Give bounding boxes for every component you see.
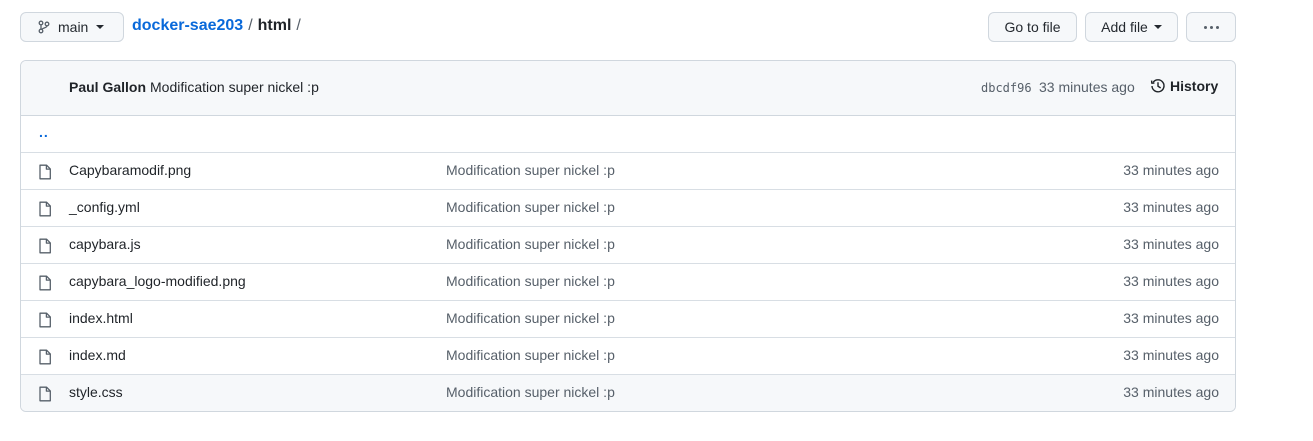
file-row[interactable]: capybara_logo-modified.png Modification …: [21, 263, 1235, 300]
file-icon: [39, 312, 51, 328]
file-row[interactable]: capybara.js Modification super nickel :p…: [21, 226, 1235, 263]
commit-time: 33 minutes ago: [1039, 79, 1135, 95]
file-list-box: Paul Gallon Modification super nickel :p…: [20, 60, 1236, 412]
file-row[interactable]: Capybaramodif.png Modification super nic…: [21, 152, 1235, 189]
latest-commit-bar: Paul Gallon Modification super nickel :p…: [21, 61, 1235, 116]
breadcrumb: docker-sae203 / html /: [132, 17, 306, 35]
file-row[interactable]: _config.yml Modification super nickel :p…: [21, 189, 1235, 226]
git-branch-icon: [38, 20, 50, 34]
breadcrumb-repo-link[interactable]: docker-sae203: [132, 17, 243, 35]
file-name-link[interactable]: capybara.js: [69, 236, 141, 252]
file-navigation-bar: main docker-sae203 / html / Go to file A…: [20, 12, 1236, 44]
more-options-button[interactable]: [1186, 12, 1236, 42]
parent-directory-row: ..: [21, 116, 1235, 152]
history-icon: [1150, 79, 1165, 93]
parent-directory-link[interactable]: ..: [39, 124, 49, 140]
file-rows: Capybaramodif.png Modification super nic…: [21, 152, 1235, 411]
file-commit-time: 33 minutes ago: [1123, 347, 1219, 363]
caret-down-icon: [96, 25, 105, 29]
file-commit-time: 33 minutes ago: [1123, 273, 1219, 289]
branch-name: main: [58, 19, 89, 35]
file-row[interactable]: style.css Modification super nickel :p 3…: [21, 374, 1235, 411]
file-row[interactable]: index.html Modification super nickel :p …: [21, 300, 1235, 337]
branch-select-button[interactable]: main: [20, 12, 124, 42]
file-commit-message-link[interactable]: Modification super nickel :p: [446, 273, 615, 289]
file-commit-message-link[interactable]: Modification super nickel :p: [446, 347, 615, 363]
file-commit-message-link[interactable]: Modification super nickel :p: [446, 310, 615, 326]
file-icon: [39, 349, 51, 365]
breadcrumb-current-folder: html: [257, 17, 292, 34]
file-commit-time: 33 minutes ago: [1123, 310, 1219, 326]
file-commit-message-link[interactable]: Modification super nickel :p: [446, 236, 615, 252]
file-name-link[interactable]: style.css: [69, 384, 123, 400]
file-commit-time: 33 minutes ago: [1123, 162, 1219, 178]
file-commit-message-link[interactable]: Modification super nickel :p: [446, 384, 615, 400]
history-link[interactable]: History: [1150, 78, 1218, 94]
history-label: History: [1170, 78, 1219, 94]
commit-sha[interactable]: dbcdf96: [981, 81, 1032, 95]
file-icon: [39, 275, 51, 291]
file-icon: [39, 386, 51, 402]
file-commit-time: 33 minutes ago: [1123, 236, 1219, 252]
kebab-horizontal-icon: [1203, 25, 1219, 29]
file-name-link[interactable]: index.md: [69, 347, 126, 363]
commit-message[interactable]: Modification super nickel :p: [150, 79, 319, 95]
file-row[interactable]: index.md Modification super nickel :p 33…: [21, 337, 1235, 374]
file-commit-message-link[interactable]: Modification super nickel :p: [446, 199, 615, 215]
go-to-file-button[interactable]: Go to file: [988, 12, 1077, 42]
file-name-link[interactable]: _config.yml: [69, 199, 140, 215]
file-name-link[interactable]: index.html: [69, 310, 133, 326]
file-commit-time: 33 minutes ago: [1123, 199, 1219, 215]
file-icon: [39, 238, 51, 254]
commit-author[interactable]: Paul Gallon: [69, 79, 146, 95]
caret-down-icon: [1153, 25, 1162, 29]
file-name-link[interactable]: Capybaramodif.png: [69, 162, 191, 178]
file-icon: [39, 164, 51, 180]
file-name-link[interactable]: capybara_logo-modified.png: [69, 273, 246, 289]
add-file-button[interactable]: Add file: [1085, 12, 1178, 42]
file-commit-time: 33 minutes ago: [1123, 384, 1219, 400]
breadcrumb-separator: /: [296, 17, 301, 34]
file-commit-message-link[interactable]: Modification super nickel :p: [446, 162, 615, 178]
breadcrumb-separator: /: [248, 17, 253, 34]
file-icon: [39, 201, 51, 217]
add-file-label: Add file: [1101, 19, 1148, 35]
